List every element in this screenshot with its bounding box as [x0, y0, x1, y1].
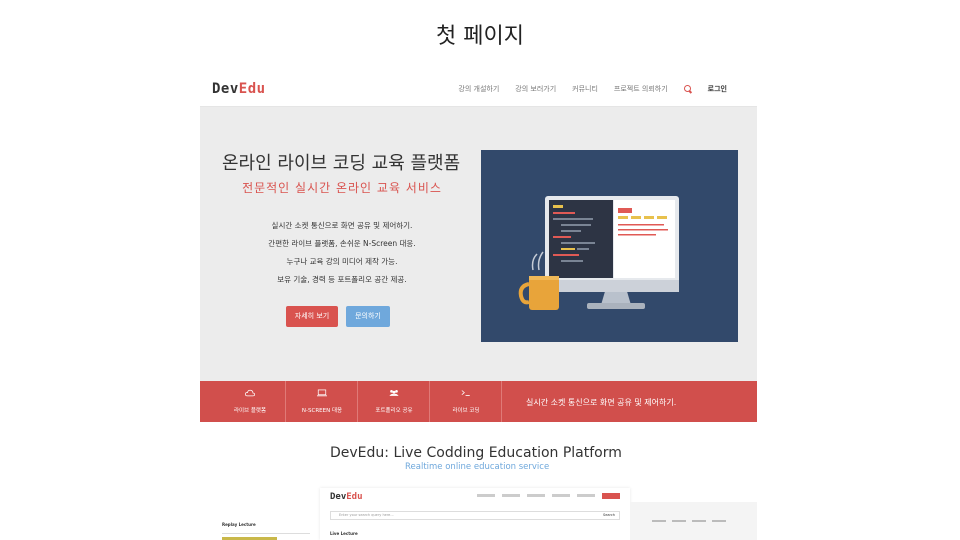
- feature-label: 라이브 코딩: [452, 408, 480, 414]
- detail-button[interactable]: 자세히 보기: [286, 306, 338, 327]
- slide-title: 첫 페이지: [436, 24, 524, 49]
- cloud-icon: [245, 389, 255, 397]
- feature-label: 라이브 플랫폼: [233, 408, 267, 414]
- nav-links: 강의 개설하기 강의 보러가기 커뮤니티 프로젝트 의뢰하기 로그인: [458, 84, 727, 94]
- preview-side-panel: [630, 502, 757, 540]
- nav-item-open-course[interactable]: 강의 개설하기: [458, 84, 499, 94]
- nav-item-project-request[interactable]: 프로젝트 의뢰하기: [614, 84, 668, 94]
- replay-lecture-label: Replay Lecture: [222, 522, 256, 527]
- nav-item-watch-course[interactable]: 강의 보러가기: [515, 84, 556, 94]
- nav-item-community[interactable]: 커뮤니티: [572, 84, 598, 94]
- feature-item: 실시간 소켓 통신으로 화면 공유 및 제어하기.: [271, 221, 413, 230]
- feature-n-screen[interactable]: N-SCREEN 대응: [286, 381, 358, 422]
- hero-illustration: [481, 150, 738, 342]
- feature-item: 보유 기술, 경력 등 포트폴리오 공간 제공.: [277, 275, 407, 284]
- preview-search-button: Search: [602, 513, 615, 517]
- feature-live-platform[interactable]: 라이브 플랫폼: [214, 381, 286, 422]
- feature-label: N-SCREEN 대응: [301, 408, 343, 414]
- monitor-icon: [317, 389, 327, 397]
- feature-item: 간편한 라이브 플랫폼, 손쉬운 N-Screen 대응.: [268, 239, 416, 248]
- feature-label: 포트폴리오 공유: [375, 408, 413, 414]
- hero-title: 온라인 라이브 코딩 교육 플랫폼: [222, 153, 461, 174]
- divider: [222, 533, 310, 534]
- search-icon[interactable]: [683, 85, 692, 93]
- users-icon: [389, 390, 399, 396]
- section-title: DevEdu: Live Codding Education Platform: [330, 445, 622, 461]
- preview-search-bar: Enter your search query here... Search: [330, 511, 620, 520]
- section-subtitle: Realtime online education service: [405, 462, 550, 472]
- feature-item: 누구나 교육 강의 미디어 제작 가능.: [286, 257, 398, 266]
- hero-subtitle: 전문적인 실시간 온라인 교육 서비스: [242, 181, 442, 195]
- preview-logo: DevEdu: [330, 492, 363, 502]
- feature-list: 실시간 소켓 통신으로 화면 공유 및 제어하기. 간편한 라이브 플랫폼, 손…: [222, 217, 462, 289]
- monitor-coffee-illustration: [518, 196, 679, 310]
- preview-page: DevEdu Enter your search query here... S…: [320, 488, 630, 540]
- feature-portfolio[interactable]: 포트폴리오 공유: [358, 381, 430, 422]
- site-logo[interactable]: DevEdu: [212, 81, 266, 97]
- hero-section: 온라인 라이브 코딩 교육 플랫폼 전문적인 실시간 온라인 교육 서비스 실시…: [200, 107, 757, 381]
- feature-live-coding[interactable]: 라이브 코딩: [430, 381, 502, 422]
- login-link[interactable]: 로그인: [708, 84, 727, 94]
- contact-button[interactable]: 문의하기: [346, 306, 390, 327]
- terminal-icon: [461, 390, 470, 396]
- feature-bar: 라이브 플랫폼 N-SCREEN 대응 포트폴리오 공유 라이브 코딩 실시간 …: [200, 381, 757, 422]
- website-screenshot: DevEdu 강의 개설하기 강의 보러가기 커뮤니티 프로젝트 의뢰하기 로그…: [200, 72, 757, 540]
- live-lecture-label: Live Lecture: [330, 531, 358, 536]
- navbar: DevEdu 강의 개설하기 강의 보러가기 커뮤니티 프로젝트 의뢰하기 로그…: [200, 72, 757, 107]
- preview-search-placeholder: Enter your search query here...: [339, 513, 394, 517]
- feature-bar-slogan: 실시간 소켓 통신으로 화면 공유 및 제어하기.: [526, 398, 677, 407]
- preview-nav: [477, 493, 620, 499]
